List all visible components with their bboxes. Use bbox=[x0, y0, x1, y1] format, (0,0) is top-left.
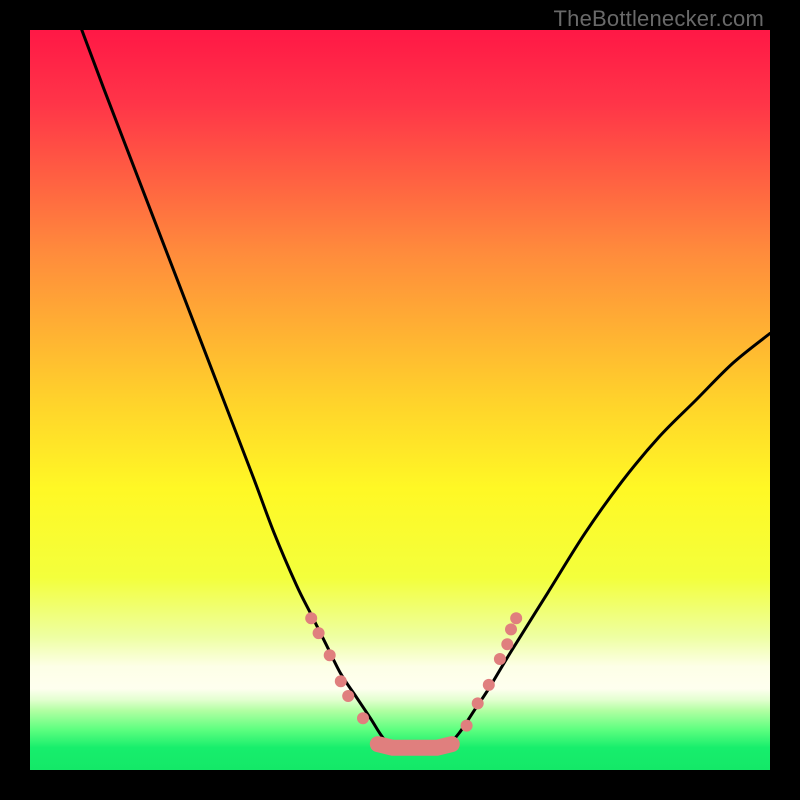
bead-marker bbox=[335, 675, 347, 687]
bottleneck-curve bbox=[82, 30, 770, 749]
bead-marker bbox=[357, 712, 369, 724]
bead-marker bbox=[342, 690, 354, 702]
curves-group bbox=[82, 30, 770, 749]
bead-marker bbox=[501, 638, 513, 650]
bead-marker bbox=[313, 627, 325, 639]
plot-area bbox=[30, 30, 770, 770]
markers-group bbox=[305, 612, 522, 748]
bead-marker bbox=[305, 612, 317, 624]
bead-marker bbox=[494, 653, 506, 665]
chart-frame: TheBottlenecker.com bbox=[0, 0, 800, 800]
bead-marker bbox=[483, 679, 495, 691]
watermark-text: TheBottlenecker.com bbox=[554, 6, 764, 32]
bead-marker bbox=[472, 697, 484, 709]
bead-marker bbox=[510, 612, 522, 624]
bead-marker bbox=[461, 720, 473, 732]
bead-marker bbox=[505, 623, 517, 635]
bead-floor bbox=[378, 744, 452, 748]
curve-layer bbox=[30, 30, 770, 770]
bead-marker bbox=[324, 649, 336, 661]
